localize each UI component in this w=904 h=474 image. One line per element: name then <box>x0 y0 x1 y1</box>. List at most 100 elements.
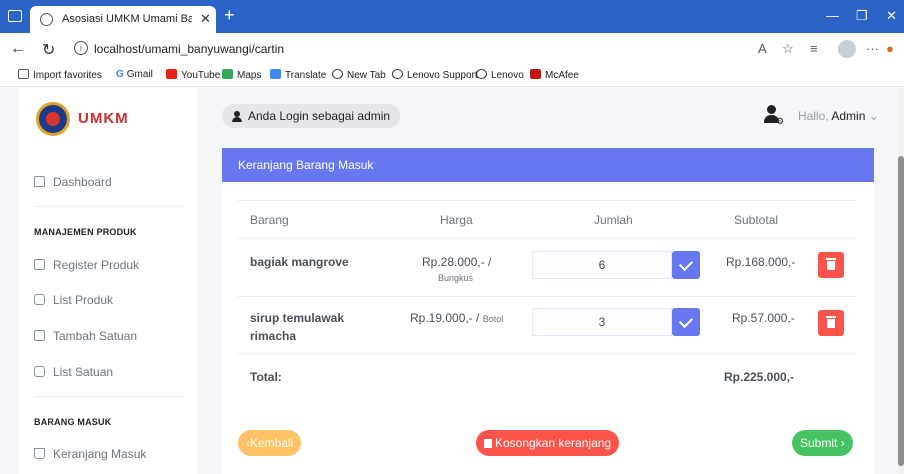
row-1-delete-button[interactable] <box>818 252 844 278</box>
submit-button[interactable]: Submit › <box>792 430 853 456</box>
row-2-subtotal: Rp.57.000,- <box>732 311 795 325</box>
box-icon <box>34 366 45 377</box>
sidebar-divider <box>34 396 184 397</box>
maps-icon <box>222 69 233 79</box>
header-subtotal: Subtotal <box>734 213 779 227</box>
clipboard-icon <box>34 259 45 270</box>
home-icon <box>34 176 45 187</box>
bookmark-translate[interactable]: Translate <box>270 69 326 81</box>
translate-icon <box>270 69 281 79</box>
sidebar-item-list-produk[interactable]: List Produk <box>34 293 113 307</box>
table-divider <box>238 353 856 354</box>
sidebar-item-keranjang-masuk[interactable]: Keranjang Masuk <box>34 447 146 461</box>
sidebar-divider <box>34 206 184 207</box>
minimize-icon[interactable]: — <box>826 8 839 23</box>
cart-card: Keranjang Barang Masuk Barang Harga Juml… <box>222 148 874 474</box>
bookmark-maps[interactable]: Maps <box>222 69 261 81</box>
chevron-right-icon: › <box>840 436 845 450</box>
row-1-price: Rp.28.000,- / <box>422 255 492 269</box>
row-1-name: bagiak mangrove <box>250 255 349 269</box>
total-value: Rp.225.000,- <box>724 370 795 384</box>
card-title: Keranjang Barang Masuk <box>222 148 874 182</box>
bookmark-gmail[interactable]: G Gmail <box>116 69 153 80</box>
youtube-icon <box>166 69 177 79</box>
restore-icon[interactable]: ❐ <box>856 8 868 24</box>
row-2-name-line-1: sirup temulawak <box>250 311 345 325</box>
row-2-qty-input[interactable]: 3 <box>532 308 672 336</box>
new-tab-icon[interactable]: + <box>224 5 235 26</box>
clear-cart-button[interactable]: Kosongkan keranjang <box>476 430 620 456</box>
user-name: Admin <box>831 109 866 123</box>
total-label: Total: <box>250 370 282 384</box>
table-divider <box>238 296 856 297</box>
header-jumlah: Jumlah <box>594 213 633 227</box>
row-1-unit: Bungkus <box>438 273 474 283</box>
table-divider <box>238 200 856 201</box>
user-menu[interactable]: Hallo, Admin ⌄ <box>798 109 879 123</box>
bookmark-lenovo[interactable]: Lenovo <box>476 69 524 81</box>
mcafee-icon <box>530 69 541 79</box>
bookmark-new-tab[interactable]: New Tab <box>332 69 386 81</box>
back-button[interactable]: ‹Kembali <box>238 430 302 456</box>
bookmark-lenovo-support[interactable]: Lenovo Support <box>392 69 478 81</box>
globe-icon <box>332 69 343 79</box>
more-menu-icon[interactable]: ··· <box>866 41 879 56</box>
row-2-delete-button[interactable] <box>818 310 844 336</box>
plus-square-icon <box>34 330 45 341</box>
gear-icon: ⚙ <box>776 116 785 126</box>
header-barang: Barang <box>250 213 289 227</box>
row-1-qty-input[interactable]: 6 <box>532 251 672 279</box>
browser-tab[interactable]: Asosiasi UMKM Umami Banyuwangi ✕ <box>30 6 216 33</box>
profile-avatar[interactable] <box>838 40 856 58</box>
bookmarks-bar: Import favorites G Gmail YouTube Maps Tra… <box>0 65 904 87</box>
row-2-unit: Botol <box>482 314 504 324</box>
sidebar-item-dashboard[interactable]: Dashboard <box>34 175 112 189</box>
row-2-price: Rp.19.000,- / Botol <box>410 311 504 325</box>
globe-icon <box>392 69 403 79</box>
bookmark-import-favorites[interactable]: Import favorites <box>18 69 102 81</box>
globe-icon <box>40 13 53 26</box>
google-icon: G <box>116 69 124 80</box>
back-arrow-icon[interactable]: ← <box>10 40 26 58</box>
umkm-logo-icon[interactable] <box>36 102 70 136</box>
close-window-icon[interactable]: ✕ <box>886 8 897 24</box>
info-icon[interactable]: i <box>74 41 88 55</box>
row-1-update-button[interactable] <box>672 251 700 279</box>
bookmark-youtube[interactable]: YouTube <box>166 69 220 81</box>
scrollbar-thumb[interactable] <box>898 156 904 466</box>
sidebar-item-register-produk[interactable]: Register Produk <box>34 258 139 272</box>
sidebar-section-barang: BARANG MASUK <box>34 417 112 427</box>
bookmark-mcafee[interactable]: McAfee <box>530 69 579 81</box>
window-menu-icon[interactable] <box>8 10 22 22</box>
sidebar: UMKM Dashboard MANAJEMEN PRODUK Register… <box>18 88 198 474</box>
box-icon <box>34 294 45 305</box>
url-text: localhost/umami_banyuwangi/cartin <box>94 42 285 56</box>
page-content: UMKM Dashboard MANAJEMEN PRODUK Register… <box>0 88 898 474</box>
brand-text[interactable]: UMKM <box>78 110 129 127</box>
browser-titlebar: Asosiasi UMKM Umami Banyuwangi ✕ + — ❐ ✕ <box>0 0 904 33</box>
sidebar-section-produk: MANAJEMEN PRODUK <box>34 227 137 237</box>
read-aloud-icon[interactable]: A <box>758 41 767 56</box>
tab-title: Asosiasi UMKM Umami Banyuwangi <box>62 13 192 25</box>
favorites-list-icon[interactable]: ≡ <box>810 41 818 56</box>
cart-icon <box>34 448 45 459</box>
sidebar-item-list-satuan[interactable]: List Satuan <box>34 365 113 379</box>
row-2-update-button[interactable] <box>672 308 700 336</box>
copilot-icon[interactable]: ● <box>886 41 894 56</box>
header-harga: Harga <box>440 213 473 227</box>
folder-icon <box>18 69 29 79</box>
table-divider <box>238 238 856 239</box>
row-2-name-line-2: rimacha <box>250 329 297 343</box>
row-1-subtotal: Rp.168.000,- <box>726 255 796 269</box>
address-bar: ← ↻ i localhost/umami_banyuwangi/cartin … <box>0 33 904 65</box>
favorite-star-icon[interactable]: ☆ <box>782 41 794 57</box>
url-field[interactable]: i localhost/umami_banyuwangi/cartin <box>68 38 758 60</box>
sidebar-item-tambah-satuan[interactable]: Tambah Satuan <box>34 329 137 343</box>
user-icon <box>232 111 242 122</box>
chevron-down-icon: ⌄ <box>868 109 879 123</box>
trash-icon <box>484 439 492 448</box>
reload-icon[interactable]: ↻ <box>42 40 55 60</box>
globe-icon <box>476 69 487 79</box>
tab-close-icon[interactable]: ✕ <box>200 11 211 27</box>
login-status-badge: Anda Login sebagai admin <box>222 104 401 128</box>
